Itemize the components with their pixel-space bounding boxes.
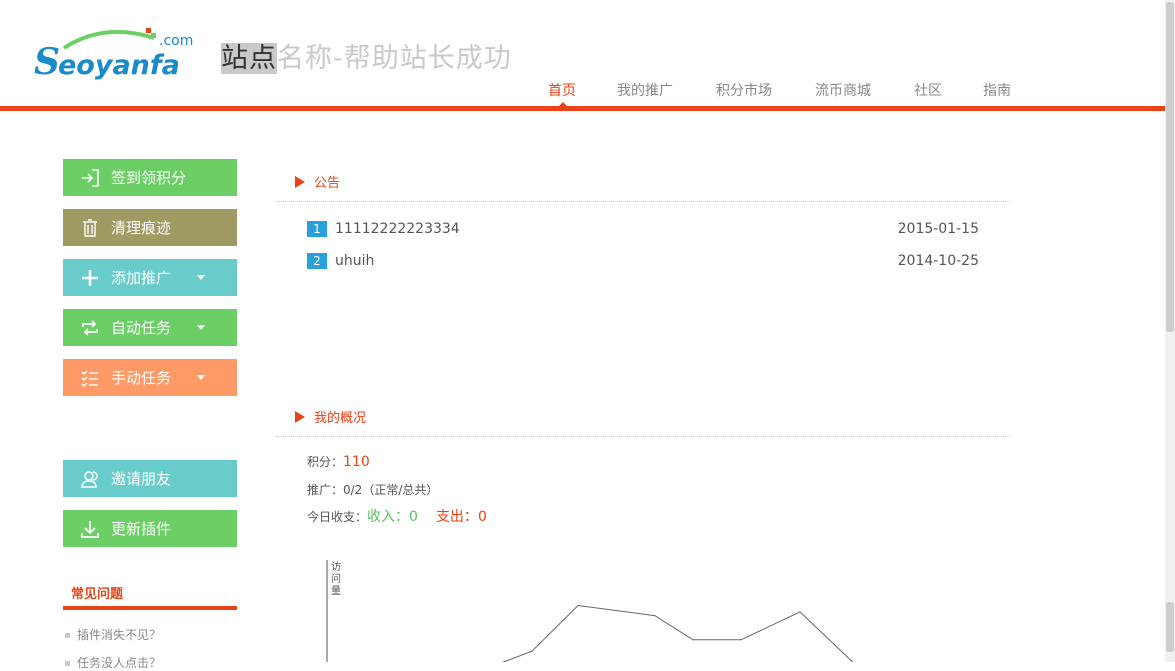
add-promotion-label: 添加推广 xyxy=(111,269,172,287)
points-value: 110 xyxy=(343,454,370,470)
announcement-number-badge: 2 xyxy=(307,253,327,269)
chart-point xyxy=(692,639,694,641)
header-divider xyxy=(0,106,1165,111)
y-axis-label-char-3: 量 xyxy=(331,585,341,597)
nav-coin-mall[interactable]: 流币商城 xyxy=(815,80,871,100)
manual-task-button[interactable]: 手动任务 xyxy=(63,359,237,396)
announcement-date: 2015-01-15 xyxy=(897,221,979,237)
sign-in-points-label: 签到领积分 xyxy=(111,169,187,187)
chart-point xyxy=(531,650,533,652)
nav-community[interactable]: 社区 xyxy=(914,80,942,100)
faq-item[interactable]: 插件消失不见？ xyxy=(65,626,161,643)
today-balance-stat: 今日收支：收入：0 支出：0 xyxy=(307,506,487,526)
faq-title: 常见问题 xyxy=(71,587,124,602)
overview-header: 我的概况 xyxy=(295,407,366,426)
triangle-right-icon xyxy=(295,175,305,188)
points-stat: 积分：110 xyxy=(307,453,370,470)
page-scrollbar[interactable] xyxy=(1165,0,1175,662)
announcement-row[interactable]: 1 11112222223334 2015-01-15 xyxy=(307,221,979,239)
site-name-highlight: 站点 xyxy=(221,43,277,74)
overview-divider xyxy=(276,436,1010,437)
scrollbar-thumb-lower[interactable] xyxy=(1166,602,1174,652)
add-promotion-button[interactable]: 添加推广 xyxy=(63,259,237,296)
faq-item[interactable]: 任务没人点击？ xyxy=(65,654,161,671)
announcements-header: 公告 xyxy=(295,172,340,191)
auto-task-button[interactable]: 自动任务 xyxy=(63,309,237,346)
overview-title: 我的概况 xyxy=(314,411,367,426)
nav-points-market[interactable]: 积分市场 xyxy=(716,80,772,100)
clear-traces-label: 清理痕迹 xyxy=(111,219,172,237)
chevron-down-icon xyxy=(197,325,205,330)
site-name-rest: 名称-帮助站长成功 xyxy=(277,43,512,74)
announcements-divider xyxy=(276,201,1010,202)
auto-task-label: 自动任务 xyxy=(111,319,172,337)
visits-line-chart: 访 问 量 xyxy=(300,555,900,670)
announcement-title[interactable]: uhuih xyxy=(335,253,374,269)
download-icon xyxy=(79,518,101,540)
svg-text:S: S xyxy=(34,41,60,83)
manual-task-label: 手动任务 xyxy=(111,369,172,387)
nav-home[interactable]: 首页 xyxy=(548,80,576,100)
invite-friends-label: 邀请朋友 xyxy=(111,470,172,488)
plus-icon xyxy=(79,267,101,289)
announcements-title: 公告 xyxy=(314,176,341,191)
chart-point xyxy=(654,615,656,617)
y-axis-label-char-2: 问 xyxy=(331,572,341,585)
expense-label: 支出： xyxy=(435,509,478,525)
sign-in-points-button[interactable]: 签到领积分 xyxy=(63,159,237,196)
site-logo[interactable]: S eoyanfa .com xyxy=(34,24,214,84)
points-label: 积分： xyxy=(307,455,344,469)
users-icon xyxy=(79,468,101,490)
announcement-number-badge: 1 xyxy=(307,221,327,237)
faq-item-label: 插件消失不见？ xyxy=(77,628,162,642)
sign-in-icon xyxy=(79,167,101,189)
promotion-text: 推广：0/2（正常/总共） xyxy=(307,483,439,497)
trash-icon xyxy=(79,217,101,239)
chevron-down-icon xyxy=(197,275,205,280)
announcement-date: 2014-10-25 xyxy=(897,253,979,269)
promotion-stat: 推广：0/2（正常/总共） xyxy=(307,481,438,498)
visits-series-line xyxy=(484,604,861,670)
site-header: S eoyanfa .com 站点名称-帮助站长成功 首页 我的推广 积分市场 … xyxy=(0,0,1165,112)
update-plugin-label: 更新插件 xyxy=(111,520,172,538)
logo-suffix: .com xyxy=(159,33,193,49)
checklist-icon xyxy=(79,367,101,389)
income-label: 收入： xyxy=(367,509,410,525)
expense-value: 0 xyxy=(477,509,487,525)
bullet-icon xyxy=(65,633,70,638)
y-axis-label-char-1: 访 xyxy=(331,561,341,573)
site-name: 站点名称-帮助站长成功 xyxy=(221,36,512,75)
today-label: 今日收支： xyxy=(307,510,368,524)
income-value: 0 xyxy=(409,509,418,525)
clear-traces-button[interactable]: 清理痕迹 xyxy=(63,209,237,246)
announcement-row[interactable]: 2 uhuih 2014-10-25 xyxy=(307,253,979,271)
repeat-icon xyxy=(79,317,101,339)
update-plugin-button[interactable]: 更新插件 xyxy=(63,510,237,547)
chart-point xyxy=(799,611,801,613)
chart-point xyxy=(740,639,742,641)
svg-text:eoyanfa: eoyanfa xyxy=(58,50,180,81)
faq-divider xyxy=(63,606,237,610)
chevron-down-icon xyxy=(197,375,205,380)
scrollbar-thumb[interactable] xyxy=(1166,2,1174,332)
nav-guide[interactable]: 指南 xyxy=(983,80,1011,100)
triangle-right-icon xyxy=(295,410,305,423)
announcement-title[interactable]: 11112222223334 xyxy=(335,221,460,237)
faq-item-label: 任务没人点击？ xyxy=(77,656,162,670)
invite-friends-button[interactable]: 邀请朋友 xyxy=(63,460,237,497)
chart-point xyxy=(577,604,579,607)
nav-my-promotion[interactable]: 我的推广 xyxy=(617,80,673,100)
